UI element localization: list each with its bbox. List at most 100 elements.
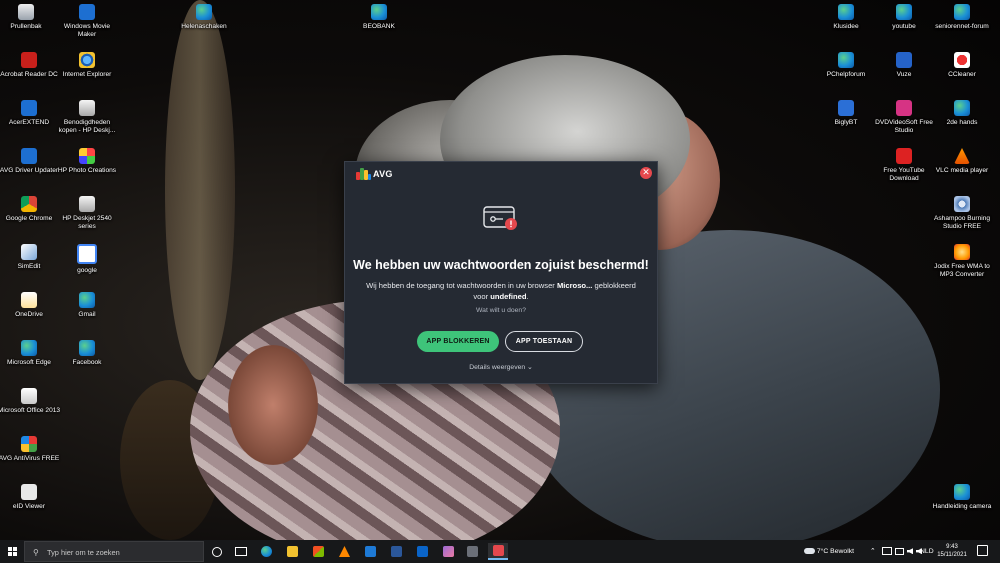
close-button[interactable]: ✕ <box>640 167 652 179</box>
allow-app-button[interactable]: APP TOESTAAN <box>505 331 583 352</box>
avg-brand-text: AVG <box>373 169 393 179</box>
desktop-icon-seniorennet[interactable]: seniorennet-forum <box>930 4 994 31</box>
task-view-button[interactable] <box>232 543 249 560</box>
desktop-icon-hp-deskjet[interactable]: HP Deskjet 2540 series <box>55 196 119 231</box>
edge-shortcut-icon <box>371 4 387 20</box>
desktop-icon-ccleaner[interactable]: CCleaner <box>930 52 994 79</box>
password-lock-icon <box>483 206 517 230</box>
taskbar-photos[interactable] <box>440 543 457 560</box>
desktop-icon-prullenbak[interactable]: Prullenbak <box>0 4 58 31</box>
desktop-icon-simedit[interactable]: SimEdit <box>0 244 61 271</box>
chevron-up-icon: ⌃ <box>870 547 876 555</box>
taskbar-vlc[interactable] <box>336 543 353 560</box>
language-indicator[interactable]: NLD <box>920 540 934 563</box>
desktop-icon-avg-antivirus[interactable]: AVG AntiVirus FREE <box>0 436 61 463</box>
taskbar-edge[interactable] <box>258 543 275 560</box>
notification-center-icon[interactable] <box>977 545 988 556</box>
edge-shortcut-icon <box>896 4 912 20</box>
vuze-icon <box>896 52 912 68</box>
taskbar-store[interactable] <box>310 543 327 560</box>
avg-antivirus-icon <box>21 436 37 452</box>
clock-time: 9:43 <box>946 544 958 550</box>
taskbar: ⚲ Typ hier om te zoeken 7°C Bewolkt ⌃ NL… <box>0 540 1000 563</box>
tray-icons <box>882 540 922 563</box>
search-placeholder: Typ hier om te zoeken <box>47 548 120 557</box>
desktop-icon-movie-maker[interactable]: Windows Movie Maker <box>55 4 119 39</box>
task-view-icon <box>234 547 247 556</box>
desktop-icon-youtube[interactable]: youtube <box>872 4 936 31</box>
desktop-icon-ie[interactable]: Internet Explorer <box>55 52 119 79</box>
desktop-icon-klusidee[interactable]: Klusidee <box>814 4 878 31</box>
desktop-icon-office[interactable]: Microsoft Office 2013 <box>0 388 61 415</box>
taskbar-app[interactable] <box>464 543 481 560</box>
desktop-icon-acerextend[interactable]: AcerEXTEND <box>0 100 61 127</box>
desktop-icon-google[interactable]: google <box>55 244 119 275</box>
desktop-icon-free-youtube-download[interactable]: Free YouTube Download <box>872 148 936 183</box>
desktop-icon-pchelpforum[interactable]: PChelpforum <box>814 52 878 79</box>
avg-logo-icon <box>356 168 371 180</box>
acer-extend-icon <box>21 100 37 116</box>
jodix-icon <box>954 244 970 260</box>
desktop-icon-ashampoo[interactable]: Ashampoo Burning Studio FREE <box>930 196 994 231</box>
taskbar-file-explorer[interactable] <box>284 543 301 560</box>
edge-icon <box>261 546 272 557</box>
desktop-icon-acrobat[interactable]: Acrobat Reader DC <box>0 52 61 79</box>
volume-icon[interactable] <box>907 548 913 555</box>
desktop-icon-edge[interactable]: Microsoft Edge <box>0 340 61 367</box>
store-icon <box>313 546 324 557</box>
app-icon <box>467 546 478 557</box>
taskbar-avg-active[interactable] <box>488 543 508 560</box>
ccleaner-icon <box>954 52 970 68</box>
desktop-icon-gmail[interactable]: Gmail <box>55 292 119 319</box>
battery-icon[interactable] <box>895 547 904 555</box>
onedrive-icon <box>21 292 37 308</box>
details-link[interactable]: Details weergeven ⌄ <box>345 363 657 371</box>
taskbar-clock[interactable]: 9:43 15/11/2021 <box>934 543 970 559</box>
edge-shortcut-icon <box>954 100 970 116</box>
tray-expand-button[interactable]: ⌃ <box>870 540 876 563</box>
biglybt-icon <box>838 100 854 116</box>
desktop-icon-beobank[interactable]: BEOBANK <box>347 4 411 31</box>
desktop-icon-vlc[interactable]: VLC media player <box>930 148 994 175</box>
taskbar-outlook[interactable] <box>414 543 431 560</box>
youtube-download-icon <box>896 148 912 164</box>
network-icon[interactable] <box>882 547 892 556</box>
taskbar-mail[interactable] <box>362 543 379 560</box>
dialog-question: Wat wilt u doen? <box>476 307 526 314</box>
weather-widget[interactable]: 7°C Bewolkt <box>804 540 854 563</box>
desktop-icon-biglybt[interactable]: BiglyBT <box>814 100 878 127</box>
dvdvideosoft-icon <box>896 100 912 116</box>
desktop-icon-dvdvideosoft[interactable]: DVDVideoSoft Free Studio <box>872 100 936 135</box>
avg-driver-icon <box>21 148 37 164</box>
taskbar-search-box[interactable]: ⚲ Typ hier om te zoeken <box>24 541 204 562</box>
dialog-title: We hebben uw wachtwoorden zojuist besche… <box>353 258 649 272</box>
taskbar-word[interactable] <box>388 543 405 560</box>
desktop-icon-hp-supplies[interactable]: Benodigdheden kopen - HP Deskj... <box>55 100 119 135</box>
desktop-icon-onedrive[interactable]: OneDrive <box>0 292 61 319</box>
wallpaper-arm <box>228 345 318 465</box>
edge-shortcut-icon <box>838 4 854 20</box>
desktop-icon-helenaschaken[interactable]: Helenaschaken <box>172 4 236 31</box>
desktop-icon-facebook[interactable]: Facebook <box>55 340 119 367</box>
desktop-icon-2de-hands[interactable]: 2de hands <box>930 100 994 127</box>
desktop-icon-chrome[interactable]: Google Chrome <box>0 196 61 223</box>
desktop-icon-eid-viewer[interactable]: eID Viewer <box>0 484 61 511</box>
block-app-button[interactable]: APP BLOKKEREN <box>417 331 499 352</box>
recycle-bin-icon <box>18 4 34 20</box>
desktop-icon-avg-driver[interactable]: AVG Driver Updater <box>0 148 61 175</box>
desktop-icon-handleiding-camera[interactable]: Handleiding camera <box>930 484 994 511</box>
facebook-edge-icon <box>79 340 95 356</box>
desktop-icon-jodix[interactable]: Jodix Free WMA to MP3 Converter <box>930 244 994 279</box>
internet-explorer-icon <box>79 52 95 68</box>
windows-logo-icon <box>7 547 17 556</box>
hp-photo-icon <box>79 148 95 164</box>
outlook-icon <box>417 546 428 557</box>
cloud-icon <box>804 548 815 555</box>
desktop-icon-hp-photo[interactable]: HP Photo Creations <box>55 148 119 175</box>
blocked-target: undefined <box>490 292 527 301</box>
start-button[interactable] <box>0 540 24 563</box>
cortana-button[interactable] <box>208 543 225 560</box>
desktop-icon-vuze[interactable]: Vuze <box>872 52 936 79</box>
word-icon <box>391 546 402 557</box>
chrome-icon <box>21 196 37 212</box>
